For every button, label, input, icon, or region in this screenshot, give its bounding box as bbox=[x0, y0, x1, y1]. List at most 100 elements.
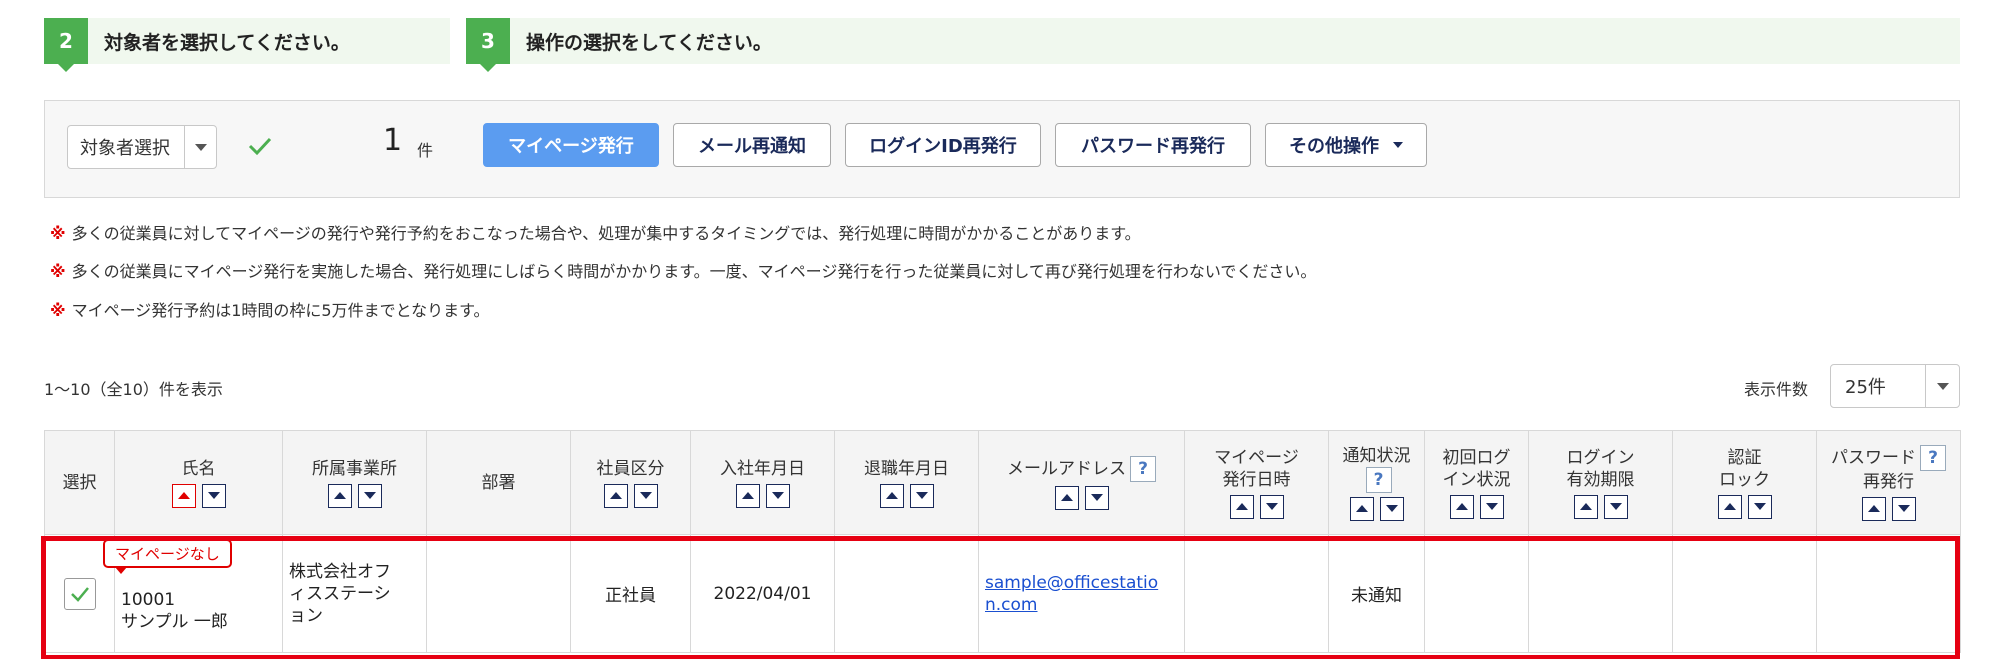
sort-desc-button[interactable] bbox=[1603, 494, 1628, 519]
row-login-expiry-cell bbox=[1528, 534, 1673, 653]
sort-desc-button[interactable] bbox=[1084, 485, 1109, 510]
result-summary: 1～10（全10）件を表示 bbox=[44, 380, 223, 399]
col-label: ログイン bbox=[1566, 447, 1635, 468]
col-label: 入社年月日 bbox=[720, 458, 805, 479]
row-join-date-cell: 2022/04/01 bbox=[690, 534, 835, 653]
sort-asc-button[interactable] bbox=[327, 483, 352, 508]
sort-desc-button[interactable] bbox=[909, 483, 934, 508]
col-login-expiry: ログイン 有効期限 bbox=[1528, 430, 1673, 535]
help-icon[interactable]: ? bbox=[1920, 444, 1946, 471]
row-password-cell bbox=[1816, 534, 1961, 653]
note-text: マイページ発行予約は1時間の枠に5万件までとなります。 bbox=[71, 301, 490, 320]
col-label: 氏名 bbox=[181, 458, 216, 479]
col-password-reissue: パスワード? 再発行 bbox=[1816, 430, 1961, 535]
row-email-cell: sample@officestatio n.com bbox=[978, 534, 1185, 653]
sort-asc-button[interactable] bbox=[879, 483, 904, 508]
sort-desc-button[interactable] bbox=[201, 483, 226, 508]
sort-asc-button[interactable] bbox=[603, 483, 628, 508]
sort-desc-button[interactable] bbox=[1259, 494, 1284, 519]
col-first-login: 初回ログ イン状況 bbox=[1424, 430, 1529, 535]
action-panel: 対象者選択 1 件 マイページ発行 メール再通知 ログインID再発行 パスワード… bbox=[44, 100, 1960, 198]
sort-asc-button[interactable] bbox=[1573, 494, 1598, 519]
col-join-date: 入社年月日 bbox=[690, 430, 835, 535]
reissue-password-button[interactable]: パスワード再発行 bbox=[1055, 123, 1251, 167]
col-label: 社員区分 bbox=[596, 458, 665, 479]
col-name: 氏名 bbox=[114, 430, 283, 535]
table-row: マイページなし 10001 サンプル 一郎 株式会社オフ ィスステーシ ョン 正… bbox=[44, 534, 1961, 653]
col-label: パスワード bbox=[1831, 447, 1916, 468]
note-text: 多くの従業員に対してマイページの発行や発行予約をおこなった場合や、処理が集中する… bbox=[71, 224, 1141, 243]
email-link[interactable]: sample@officestatio n.com bbox=[985, 573, 1158, 615]
col-select: 選択 bbox=[44, 430, 115, 535]
col-label: メールアドレス bbox=[1007, 458, 1126, 479]
help-icon[interactable]: ? bbox=[1130, 455, 1156, 482]
sort-asc-button[interactable] bbox=[1449, 494, 1474, 519]
sort-asc-button[interactable] bbox=[1054, 485, 1079, 510]
col-label: 再発行 bbox=[1863, 471, 1914, 492]
sort-desc-button[interactable] bbox=[1747, 494, 1772, 519]
chevron-down-icon[interactable] bbox=[184, 126, 216, 168]
check-icon bbox=[248, 137, 272, 156]
sort-desc-button[interactable] bbox=[357, 483, 382, 508]
row-office-cell: 株式会社オフ ィスステーシ ョン bbox=[282, 534, 427, 653]
office-text: 株式会社オフ bbox=[289, 561, 391, 582]
col-type: 社員区分 bbox=[570, 430, 691, 535]
row-checkbox[interactable] bbox=[63, 577, 96, 610]
col-label: 発行日時 bbox=[1222, 469, 1291, 490]
row-dept-cell bbox=[426, 534, 571, 653]
target-select-dropdown[interactable]: 対象者選択 bbox=[67, 125, 217, 169]
step-number: 2 bbox=[44, 18, 88, 72]
col-label: イン状況 bbox=[1442, 469, 1511, 490]
col-email: メールアドレス? bbox=[978, 430, 1185, 535]
sort-desc-button[interactable] bbox=[765, 483, 790, 508]
help-icon[interactable]: ? bbox=[1365, 466, 1392, 493]
sort-asc-button[interactable] bbox=[1861, 496, 1886, 521]
sort-desc-button[interactable] bbox=[1379, 496, 1404, 521]
sort-asc-button[interactable] bbox=[1229, 494, 1254, 519]
col-label: 退職年月日 bbox=[864, 458, 949, 479]
note-mark: ※ bbox=[50, 224, 66, 243]
selected-count: 1 bbox=[383, 123, 403, 158]
chevron-down-icon[interactable] bbox=[1925, 365, 1959, 407]
sort-asc-button[interactable] bbox=[1717, 494, 1742, 519]
note-mark: ※ bbox=[50, 301, 66, 320]
col-label: 初回ログ bbox=[1442, 447, 1511, 468]
check-icon bbox=[70, 586, 89, 602]
col-notify-status: 通知状況 ? bbox=[1328, 430, 1425, 535]
employee-name: サンプル 一郎 bbox=[121, 611, 228, 632]
status-badge: マイページなし bbox=[103, 539, 232, 574]
issue-mypage-button[interactable]: マイページ発行 bbox=[483, 123, 659, 167]
sort-asc-button[interactable] bbox=[1349, 496, 1374, 521]
chevron-down-icon bbox=[1393, 142, 1403, 148]
per-page-select[interactable]: 25件 bbox=[1830, 364, 1960, 408]
target-select-label: 対象者選択 bbox=[80, 138, 170, 159]
col-leave-date: 退職年月日 bbox=[834, 430, 979, 535]
col-label: 通知状況 bbox=[1342, 445, 1411, 466]
sort-desc-button[interactable] bbox=[1479, 494, 1504, 519]
step-number: 3 bbox=[466, 18, 510, 72]
count-unit: 件 bbox=[417, 141, 434, 160]
col-label: 認証 bbox=[1727, 447, 1762, 468]
step-title: 操作の選択をしてください。 bbox=[526, 31, 772, 54]
sort-desc-button[interactable] bbox=[1891, 496, 1916, 521]
email-text: n.com bbox=[985, 594, 1038, 615]
note-mark: ※ bbox=[50, 262, 66, 281]
col-label: 選択 bbox=[62, 472, 97, 493]
note-1: ※ 多くの従業員に対してマイページの発行や発行予約をおこなった場合や、処理が集中す… bbox=[50, 220, 1141, 244]
resend-mail-button[interactable]: メール再通知 bbox=[673, 123, 831, 167]
col-label: 部署 bbox=[481, 472, 516, 493]
office-text: ィスステーシ bbox=[289, 583, 391, 604]
sort-asc-button[interactable] bbox=[735, 483, 760, 508]
row-name-cell: マイページなし 10001 サンプル 一郎 bbox=[103, 534, 283, 653]
other-actions-button[interactable]: その他操作 bbox=[1265, 123, 1427, 167]
row-notify-cell: 未通知 bbox=[1328, 534, 1425, 653]
employee-id: 10001 bbox=[121, 589, 176, 610]
note-text: 多くの従業員にマイページ発行を実施した場合、発行処理にしばらく時間がかかります。… bbox=[71, 262, 1317, 281]
row-auth-lock-cell bbox=[1672, 534, 1817, 653]
per-page-label: 表示件数 bbox=[1744, 380, 1809, 399]
col-label: 所属事業所 bbox=[312, 458, 397, 479]
reissue-login-id-button[interactable]: ログインID再発行 bbox=[845, 123, 1041, 167]
employee-table: 選択 氏名 所属事業所 部署 社員区分 入社年月日 退職年月日 メールアドレス … bbox=[44, 430, 1961, 653]
sort-asc-button[interactable] bbox=[171, 483, 196, 508]
sort-desc-button[interactable] bbox=[633, 483, 658, 508]
